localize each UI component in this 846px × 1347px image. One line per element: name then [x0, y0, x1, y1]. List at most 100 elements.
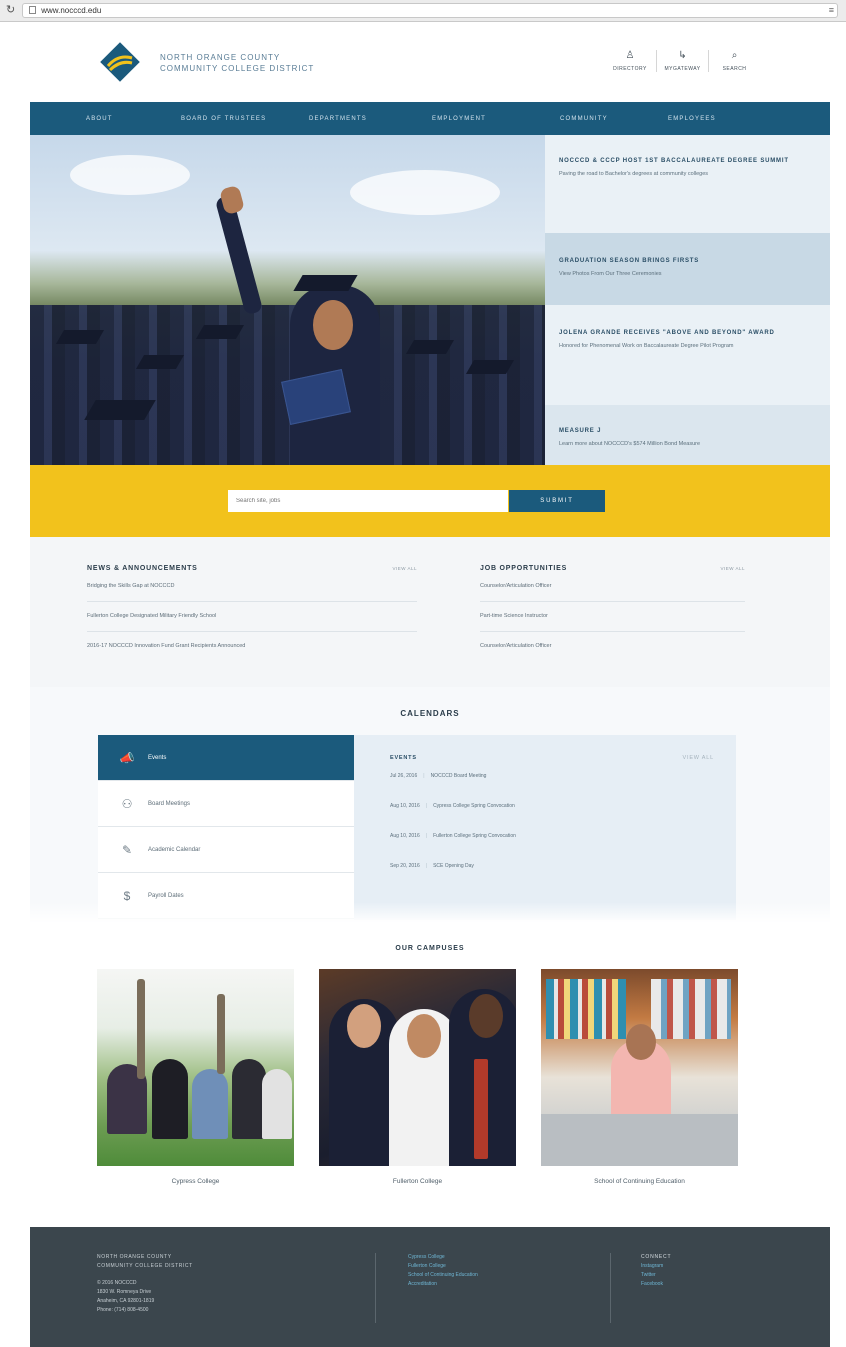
campus-card-sce[interactable]: School of Continuing Education: [541, 969, 738, 1185]
instagram-link[interactable]: Instagram: [641, 1262, 770, 1271]
hero-news-desc: Learn more about NOCCCD's $574 Million B…: [559, 441, 701, 447]
directory-label: DIRECTORY: [613, 66, 647, 72]
event-title: Cypress College Spring Convocation: [433, 803, 515, 809]
hero-news-item[interactable]: JOLENA GRANDE RECEIVES "ABOVE AND BEYOND…: [545, 305, 830, 405]
pencil-icon: ✎: [121, 842, 133, 857]
hero-news-desc: Paving the road to Bachelor's degrees at…: [559, 171, 709, 177]
event-title: Fullerton College Spring Convocation: [433, 833, 516, 839]
news-item[interactable]: 2016-17 NOCCCD Innovation Fund Grant Rec…: [87, 632, 417, 662]
utility-links: ♙ DIRECTORY ↳ MYGATEWAY ⌕ SEARCH: [604, 50, 760, 72]
event-row[interactable]: Sep 20, 2016 | SCE Opening Day: [390, 851, 714, 881]
footer-contact: NORTH ORANGE COUNTY COMMUNITY COLLEGE DI…: [97, 1253, 357, 1315]
footer-address: Anaheim, CA 92801-1819: [97, 1298, 155, 1304]
campus-name[interactable]: Fullerton College: [319, 1178, 516, 1185]
nav-item-community[interactable]: COMMUNITY: [560, 116, 668, 122]
job-item[interactable]: Counselor/Articulation Officer: [480, 572, 745, 602]
event-row[interactable]: Aug 10, 2016 | Fullerton College Spring Co…: [390, 821, 714, 851]
campus-card-cypress[interactable]: Cypress College: [97, 969, 294, 1185]
footer-link[interactable]: Accreditation: [408, 1280, 605, 1289]
news-view-all-link[interactable]: VIEW ALL: [392, 566, 417, 571]
main-nav: ABOUT BOARD OF TRUSTEES DEPARTMENTS EMPL…: [30, 102, 830, 135]
browser-toolbar: ↻ www.nocccd.edu ≡: [0, 0, 846, 22]
tab-events[interactable]: 📣 Events: [98, 735, 364, 781]
events-panel: EVENTS VIEW ALL Jul 26, 2016 | NOCCCD Boar…: [354, 735, 736, 920]
search-link[interactable]: ⌕ SEARCH: [708, 50, 760, 72]
campuses-heading: OUR CAMPUSES: [395, 945, 465, 952]
district-name-line1: NORTH ORANGE COUNTY: [160, 53, 281, 62]
facebook-link[interactable]: Facebook: [641, 1280, 770, 1289]
news-list: NEWS & ANNOUNCEMENTS VIEW ALL Bridging t…: [87, 565, 417, 662]
footer-link[interactable]: School of Continuing Education: [408, 1271, 605, 1280]
footer-copyright: © 2016 NOCCCD: [97, 1280, 137, 1286]
tab-label: Board Meetings: [148, 800, 191, 807]
district-name: NORTH ORANGE COUNTY COMMUNITY COLLEGE DI…: [160, 52, 314, 74]
tab-board-meetings[interactable]: ⚇ Board Meetings: [98, 781, 354, 827]
hero-graduation-photo: [30, 135, 545, 465]
campus-photo: [541, 969, 738, 1166]
mygateway-link[interactable]: ↳ MYGATEWAY: [656, 50, 708, 72]
directory-link[interactable]: ♙ DIRECTORY: [604, 50, 656, 72]
campuses-section: OUR CAMPUSES Cypress College Fullerton C…: [30, 937, 830, 1227]
event-title: SCE Opening Day: [433, 863, 474, 869]
news-heading: NEWS & ANNOUNCEMENTS: [87, 565, 198, 572]
submit-button[interactable]: SUBMIT: [509, 490, 605, 512]
job-item[interactable]: Part-time Science Instructor: [480, 602, 745, 632]
site-search-input[interactable]: [228, 490, 508, 512]
district-logo[interactable]: [98, 40, 142, 84]
job-item[interactable]: Counselor/Articulation Officer: [480, 632, 745, 662]
hero-news-item[interactable]: NOCCCD & CCCP HOST 1ST BACCALAUREATE DEG…: [545, 135, 830, 233]
tab-label: Events: [148, 754, 167, 761]
nav-item-board[interactable]: BOARD OF TRUSTEES: [181, 116, 309, 122]
mygateway-label: MYGATEWAY: [664, 66, 701, 72]
person-icon: ♙: [625, 50, 635, 61]
footer-address: 1830 W. Romneya Drive: [97, 1289, 152, 1295]
search-band: SUBMIT: [30, 465, 830, 537]
calendars-heading: CALENDARS: [400, 709, 460, 718]
hero-news-title: GRADUATION SEASON BRINGS FIRSTS: [559, 258, 700, 264]
footer-phone: Phone: (714) 808-4500: [97, 1307, 149, 1313]
jobs-view-all-link[interactable]: VIEW ALL: [720, 566, 745, 571]
gateway-icon: ↳: [678, 50, 687, 61]
footer-links: Cypress College Fullerton College School…: [375, 1253, 605, 1323]
nav-item-about[interactable]: ABOUT: [86, 116, 181, 122]
footer-link[interactable]: Cypress College: [408, 1253, 605, 1262]
page-icon: [29, 6, 36, 14]
event-date: Aug 10, 2016: [390, 833, 420, 839]
calendar-tabs: 📣 Events ⚇ Board Meetings ✎ Academic Cal…: [98, 735, 364, 919]
twitter-link[interactable]: Twitter: [641, 1271, 770, 1280]
campus-name[interactable]: Cypress College: [97, 1178, 294, 1185]
district-name-line2: COMMUNITY COLLEGE DISTRICT: [160, 64, 315, 73]
address-bar[interactable]: www.nocccd.edu: [22, 3, 838, 18]
nav-item-employees[interactable]: EMPLOYEES: [668, 116, 716, 122]
campus-card-fullerton[interactable]: Fullerton College: [319, 969, 516, 1185]
tab-academic-calendar[interactable]: ✎ Academic Calendar: [98, 827, 354, 873]
hero-news-item[interactable]: GRADUATION SEASON BRINGS FIRSTS View Pho…: [545, 233, 830, 305]
reload-icon[interactable]: ↻: [6, 4, 18, 16]
event-row[interactable]: Jul 26, 2016 | NOCCCD Board Meeting: [390, 761, 714, 791]
nav-item-employment[interactable]: EMPLOYMENT: [432, 116, 560, 122]
hero-news-desc: View Photos From Our Three Ceremonies: [559, 271, 662, 277]
news-item[interactable]: Bridging the Skills Gap at NOCCCD: [87, 572, 417, 602]
news-item[interactable]: Fullerton College Designated Military Fr…: [87, 602, 417, 632]
jobs-heading: JOB OPPORTUNITIES: [480, 565, 568, 572]
hero-news-item[interactable]: MEASURE J Learn more about NOCCCD's $574…: [545, 405, 830, 465]
site-header: NORTH ORANGE COUNTY COMMUNITY COLLEGE DI…: [30, 22, 830, 102]
browser-menu-icon[interactable]: ≡: [829, 5, 834, 15]
jobs-list: JOB OPPORTUNITIES VIEW ALL Counselor/Art…: [480, 565, 745, 662]
news-and-jobs: NEWS & ANNOUNCEMENTS VIEW ALL Bridging t…: [30, 537, 830, 687]
hero-news-title: MEASURE J: [559, 428, 602, 434]
campus-name[interactable]: School of Continuing Education: [541, 1178, 738, 1185]
calendars-section: CALENDARS 📣 Events ⚇ Board Meetings ✎ Ac…: [30, 687, 830, 937]
event-title: NOCCCD Board Meeting: [430, 773, 487, 779]
footer-org-line2: COMMUNITY COLLEGE DISTRICT: [97, 1263, 193, 1269]
events-view-all-link[interactable]: VIEW ALL: [683, 755, 714, 761]
search-icon: ⌕: [731, 50, 738, 61]
hero-news-panel: NOCCCD & CCCP HOST 1ST BACCALAUREATE DEG…: [545, 135, 830, 465]
footer-connect-heading: CONNECT: [641, 1254, 672, 1260]
event-row[interactable]: Aug 10, 2016 | Cypress College Spring Conv…: [390, 791, 714, 821]
nav-item-departments[interactable]: DEPARTMENTS: [309, 116, 432, 122]
footer-org-line1: NORTH ORANGE COUNTY: [97, 1254, 172, 1260]
footer-link[interactable]: Fullerton College: [408, 1262, 605, 1271]
page: NORTH ORANGE COUNTY COMMUNITY COLLEGE DI…: [30, 22, 830, 1347]
dollar-icon: $: [123, 888, 131, 903]
